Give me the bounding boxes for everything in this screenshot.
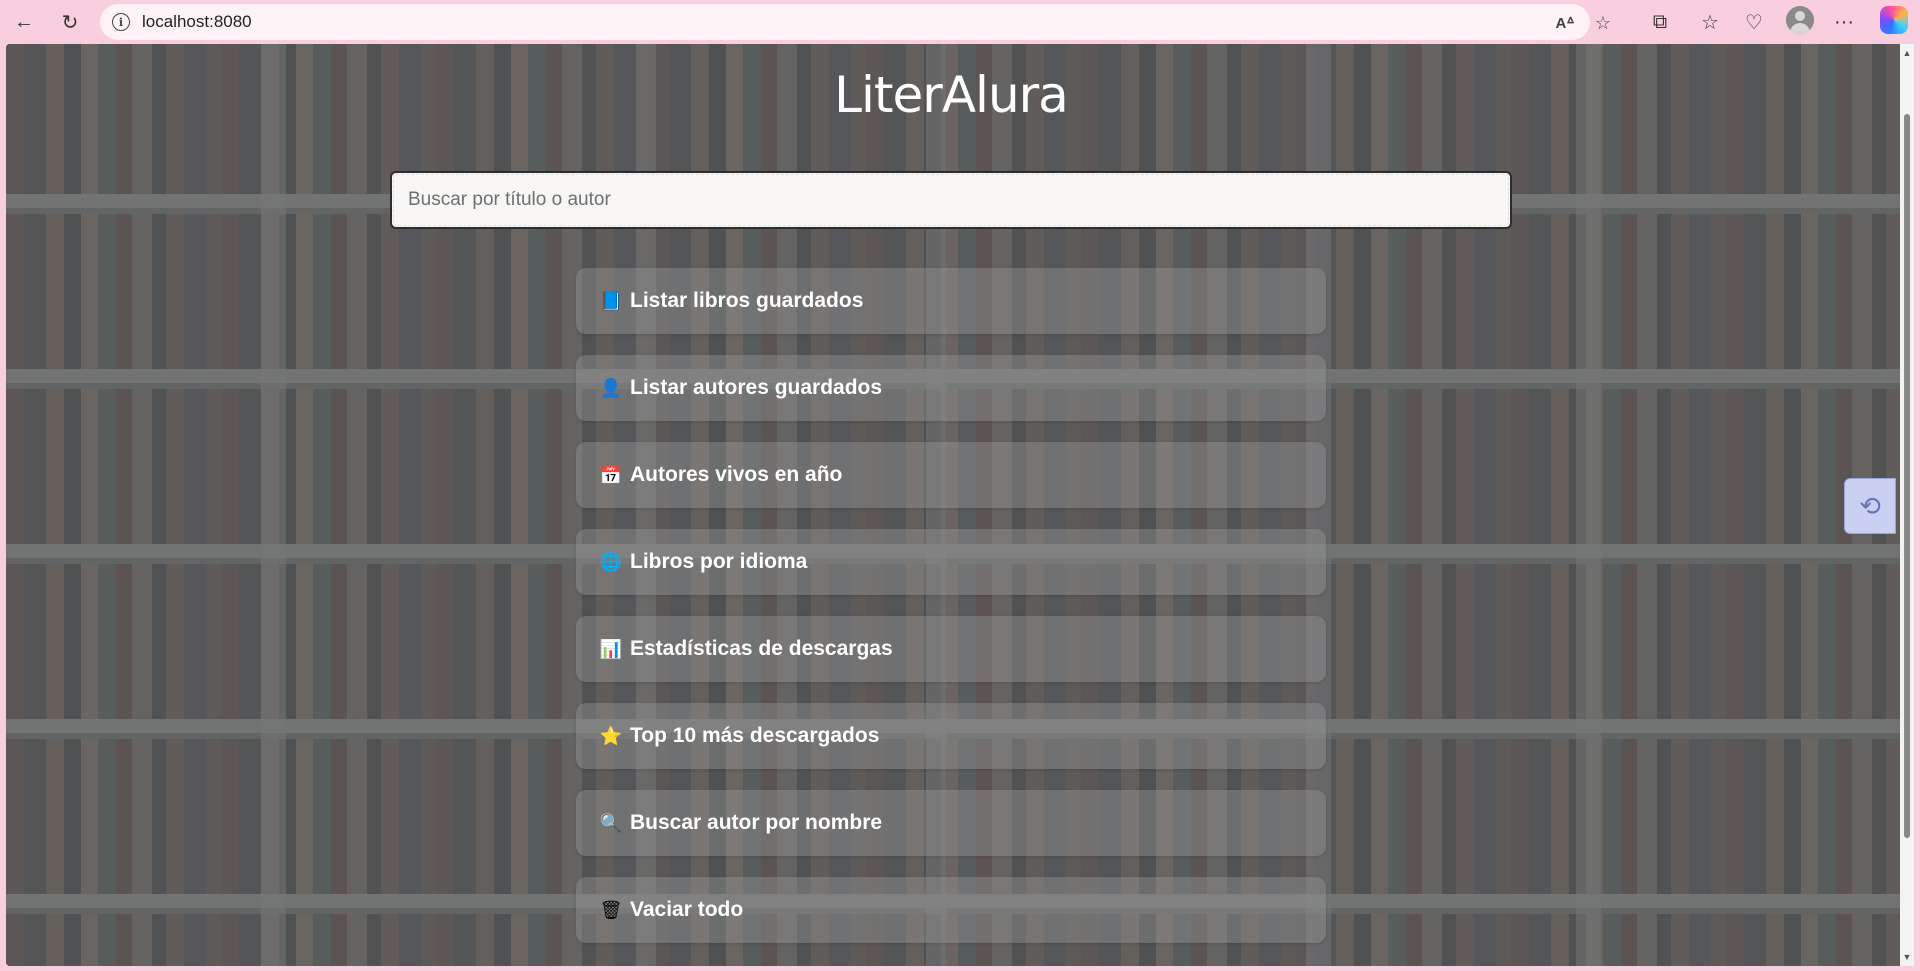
address-url[interactable]: localhost:8080: [142, 12, 252, 32]
extensions-icon[interactable]: ⧉: [1644, 6, 1676, 38]
heart-pulse-icon[interactable]: ♡: [1738, 6, 1770, 38]
list-authors-button[interactable]: 👤 Listar autores guardados: [576, 355, 1326, 421]
copilot-icon[interactable]: [1880, 6, 1908, 34]
main-menu: 📘 Listar libros guardados 👤 Listar autor…: [576, 268, 1326, 964]
page-scrollbar[interactable]: ▲ ▼: [1900, 44, 1914, 966]
menu-label: Estadísticas de descargas: [630, 637, 893, 660]
star-icon: ⭐: [599, 726, 623, 746]
trash-icon: 🗑: [599, 900, 623, 920]
more-icon[interactable]: ···: [1828, 6, 1860, 38]
read-aloud-icon[interactable]: Aᐞ: [1552, 10, 1578, 36]
search-input[interactable]: [390, 171, 1512, 229]
search-author-button[interactable]: 🔍 Buscar autor por nombre: [576, 790, 1326, 856]
books-by-language-button[interactable]: 🌐 Libros por idioma: [576, 529, 1326, 595]
profile-avatar[interactable]: [1786, 6, 1814, 34]
top-downloads-button[interactable]: ⭐ Top 10 más descargados: [576, 703, 1326, 769]
refresh-icon[interactable]: ↻: [54, 6, 86, 38]
list-books-button[interactable]: 📘 Listar libros guardados: [576, 268, 1326, 334]
menu-label: Libros por idioma: [630, 550, 808, 573]
menu-label: Listar libros guardados: [630, 289, 864, 312]
scroll-up-icon[interactable]: ▲: [1902, 48, 1912, 58]
browser-toolbar: ← ↻ i localhost:8080 Aᐞ ☆ ⧉ ☆ ♡ ···: [0, 0, 1920, 44]
living-authors-button[interactable]: 📅 Autores vivos en año: [576, 442, 1326, 508]
page-title: LiterAlura: [834, 66, 1069, 124]
star-icon[interactable]: ☆: [1590, 10, 1616, 36]
calendar-icon: 📅: [599, 465, 623, 485]
bar-chart-icon: 📊: [599, 639, 623, 659]
scrollbar-thumb[interactable]: [1904, 114, 1910, 838]
globe-icon: 🌐: [599, 552, 623, 572]
scroll-down-icon[interactable]: ▼: [1902, 952, 1912, 962]
user-icon: 👤: [599, 378, 623, 398]
back-icon[interactable]: ←: [8, 6, 40, 38]
book-icon: 📘: [599, 291, 623, 311]
address-bar[interactable]: i localhost:8080 Aᐞ ☆: [100, 4, 1611, 40]
menu-label: Buscar autor por nombre: [630, 811, 883, 834]
search-icon: 🔍: [599, 813, 623, 833]
menu-label: Listar autores guardados: [630, 376, 883, 399]
download-stats-button[interactable]: 📊 Estadísticas de descargas: [576, 616, 1326, 682]
menu-label: Top 10 más descargados: [630, 724, 880, 747]
page-viewport: LiterAlura 📘 Listar libros guardados 👤 L…: [6, 44, 1900, 966]
info-icon[interactable]: i: [112, 13, 130, 31]
clear-all-button[interactable]: 🗑 Vaciar todo: [576, 877, 1326, 943]
translate-widget-icon[interactable]: ⟲: [1844, 478, 1896, 534]
favorites-icon[interactable]: ☆: [1694, 6, 1726, 38]
menu-label: Vaciar todo: [630, 898, 744, 921]
menu-label: Autores vivos en año: [630, 463, 843, 486]
